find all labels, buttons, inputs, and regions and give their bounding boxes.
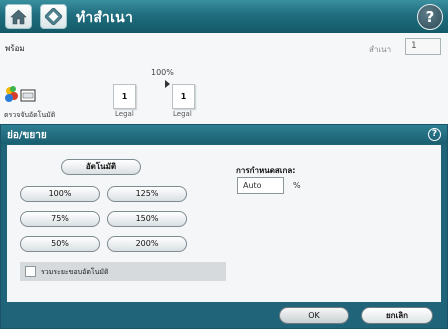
copy-app-button[interactable]	[40, 4, 67, 29]
zoom-value: 100%	[151, 68, 174, 77]
output-size-label: Legal	[173, 110, 192, 118]
settings-shortcut-label: ตรวจจับอัตโนมัติ	[4, 111, 56, 119]
auto-include-margins-row[interactable]: รวมระยะขอบอัตโนมัติ	[20, 262, 226, 281]
auto-include-margins-checkbox[interactable]	[25, 266, 36, 277]
percent-unit-label: %	[293, 181, 301, 190]
dialog-body: อัตโนมัติ 100% 125% 75% 150% 50% 200% กา…	[7, 145, 441, 302]
auto-button[interactable]: อัตโนมัติ	[61, 159, 141, 175]
dialog-title: ย่อ/ขยาย	[7, 130, 47, 141]
title-bar: ทำสำเนา ?	[0, 0, 448, 33]
status-text: พร้อม	[5, 44, 25, 53]
page-title: ทำสำเนา	[76, 10, 134, 26]
dialog-help-icon[interactable]: ?	[428, 128, 441, 141]
original-page-icon: 1	[113, 84, 136, 109]
dialog-header: ย่อ/ขยาย ?	[1, 125, 447, 144]
preset-100-button[interactable]: 100%	[20, 186, 100, 202]
original-size-label: Legal	[115, 110, 134, 118]
ok-button[interactable]: OK	[279, 307, 349, 324]
preset-125-button[interactable]: 125%	[107, 186, 187, 202]
custom-scale-label: การกำหนดสเกล:	[236, 166, 296, 175]
home-icon	[10, 9, 27, 25]
preset-75-button[interactable]: 75%	[20, 211, 100, 227]
home-button[interactable]	[5, 4, 32, 29]
dialog-footer: OK ยกเลิก	[7, 302, 441, 328]
preset-150-button[interactable]: 150%	[107, 211, 187, 227]
output-page-icon: 1	[172, 84, 195, 109]
reduce-enlarge-dialog: ย่อ/ขยาย ? อัตโนมัติ 100% 125% 75% 150% …	[0, 124, 448, 329]
help-icon[interactable]: ?	[417, 4, 443, 30]
color-printer-icon[interactable]	[5, 84, 41, 106]
preset-50-button[interactable]: 50%	[20, 236, 100, 252]
arrow-right-icon	[165, 80, 170, 88]
custom-scale-input[interactable]: Auto	[237, 177, 284, 194]
cancel-button[interactable]: ยกเลิก	[361, 307, 433, 324]
copies-label: สำเนา	[369, 45, 392, 54]
copy-icon	[44, 7, 63, 26]
copies-field[interactable]: 1	[405, 38, 441, 55]
preset-200-button[interactable]: 200%	[107, 236, 187, 252]
auto-include-margins-label: รวมระยะขอบอัตโนมัติ	[41, 268, 109, 276]
